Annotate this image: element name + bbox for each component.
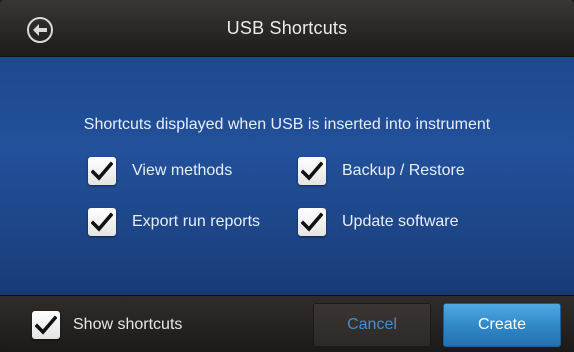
option-view-methods[interactable]: View methods: [88, 157, 232, 185]
checkmark-icon: [91, 212, 113, 232]
show-shortcuts-label: Show shortcuts: [73, 316, 183, 333]
option-backup-restore[interactable]: Backup / Restore: [298, 157, 465, 185]
view-methods-label: View methods: [132, 162, 233, 179]
checkmark-icon: [91, 161, 113, 181]
option-update-software[interactable]: Update software: [298, 208, 459, 236]
checkmark-icon: [301, 161, 323, 181]
update-software-label: Update software: [342, 213, 459, 230]
checkmark-icon: [301, 212, 323, 232]
header-bar: USB Shortcuts: [0, 0, 574, 57]
cancel-button[interactable]: Cancel: [313, 303, 431, 347]
export-run-reports-checkbox[interactable]: [88, 208, 116, 236]
checkmark-icon: [35, 315, 57, 335]
show-shortcuts-checkbox[interactable]: [32, 311, 60, 339]
option-export-run-reports[interactable]: Export run reports: [88, 208, 260, 236]
backup-restore-checkbox[interactable]: [298, 157, 326, 185]
view-methods-checkbox[interactable]: [88, 157, 116, 185]
page-title: USB Shortcuts: [226, 18, 348, 38]
footer-bar: Show shortcuts Cancel Create: [0, 295, 574, 352]
backup-restore-label: Backup / Restore: [342, 162, 465, 179]
export-run-reports-label: Export run reports: [132, 213, 261, 230]
usb-shortcuts-dialog: USB Shortcuts Shortcuts displayed when U…: [0, 0, 574, 352]
show-shortcuts-toggle[interactable]: Show shortcuts: [32, 311, 182, 339]
create-button[interactable]: Create: [443, 303, 561, 347]
intro-text: Shortcuts displayed when USB is inserted…: [83, 116, 491, 133]
shortcuts-panel: Shortcuts displayed when USB is inserted…: [0, 57, 574, 295]
update-software-checkbox[interactable]: [298, 208, 326, 236]
